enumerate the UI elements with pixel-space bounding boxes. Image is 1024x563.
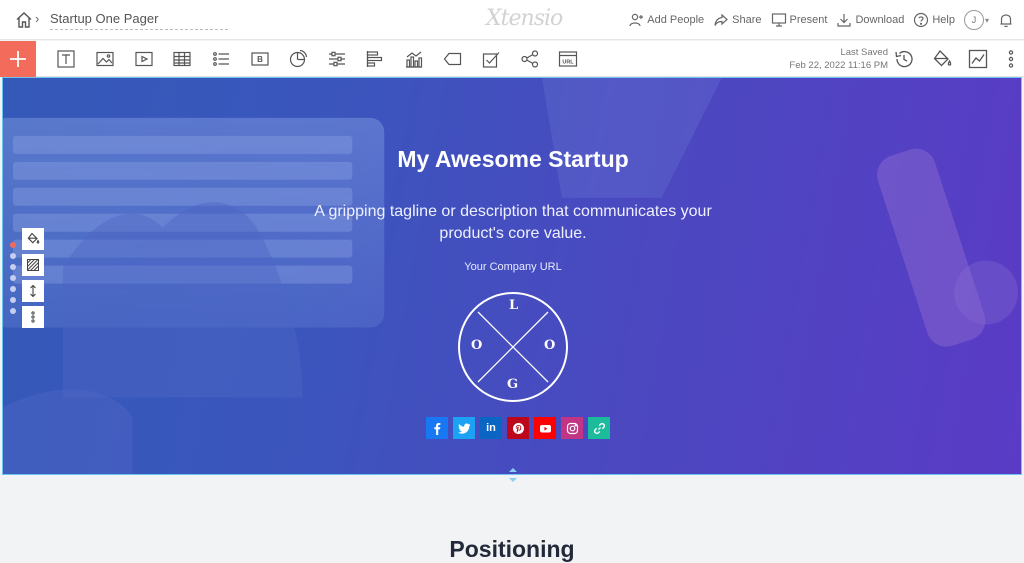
logo-letter-right: O: [544, 338, 556, 353]
list-tool-icon[interactable]: [211, 49, 231, 69]
share-label: Share: [732, 14, 762, 26]
svg-text:B: B: [257, 55, 263, 64]
section-dot[interactable]: [10, 253, 16, 259]
pie-chart-tool-icon[interactable]: [288, 49, 308, 69]
more-options-icon[interactable]: [1000, 48, 1022, 70]
social-links: in: [426, 417, 610, 439]
present-label: Present: [789, 14, 828, 26]
present-button[interactable]: Present: [771, 12, 828, 28]
hero-section[interactable]: My Awesome Startup A gripping tagline or…: [2, 77, 1022, 475]
add-block-button[interactable]: [0, 41, 36, 77]
hero-tagline[interactable]: A gripping tagline or description that c…: [313, 201, 713, 245]
download-icon: [837, 14, 852, 27]
help-button[interactable]: Help: [913, 12, 955, 28]
add-person-icon: [629, 13, 644, 27]
image-tool-icon[interactable]: [95, 49, 115, 69]
breadcrumb-chevron-icon: ›: [35, 11, 40, 26]
svg-text:URL: URL: [562, 60, 574, 66]
horizontal-bar-chart-tool-icon[interactable]: [365, 49, 385, 69]
help-icon: [914, 12, 929, 28]
top-actions: Add People Share Present Download Help J…: [628, 0, 1014, 40]
block-toolbar: B URL Last Saved Feb 22, 2022 11:16 PM: [0, 41, 1024, 77]
avatar: J: [963, 10, 984, 30]
positioning-section-title[interactable]: Positioning: [0, 536, 1024, 563]
pinterest-icon[interactable]: [507, 417, 529, 439]
facebook-icon[interactable]: [426, 417, 448, 439]
logo-letter-top: L: [509, 298, 519, 313]
section-more-options-icon[interactable]: [22, 306, 44, 328]
download-button[interactable]: Download: [836, 12, 904, 28]
monitor-icon: [771, 13, 786, 27]
video-tool-icon[interactable]: [134, 49, 154, 69]
help-label: Help: [932, 14, 955, 26]
twitter-icon[interactable]: [453, 417, 475, 439]
section-dot[interactable]: [10, 308, 16, 314]
section-dot[interactable]: [10, 275, 16, 281]
link-icon[interactable]: [588, 417, 610, 439]
section-dot[interactable]: [10, 286, 16, 292]
company-url-link[interactable]: Your Company URL: [3, 261, 1021, 273]
plus-icon: [10, 51, 26, 67]
add-people-button[interactable]: Add People: [628, 12, 704, 28]
company-logo[interactable]: L O O G: [456, 290, 570, 404]
section-dot[interactable]: [10, 242, 16, 248]
button-tool-icon[interactable]: B: [250, 49, 270, 69]
youtube-icon[interactable]: [534, 417, 556, 439]
history-icon[interactable]: [893, 48, 915, 70]
document-title-input[interactable]: Startup One Pager: [50, 11, 228, 30]
home-icon[interactable]: [14, 10, 34, 30]
analytics-icon[interactable]: [967, 48, 989, 70]
section-resize-height-icon[interactable]: [22, 280, 44, 302]
last-saved-status: Last Saved Feb 22, 2022 11:16 PM: [789, 46, 888, 72]
url-tool-icon[interactable]: URL: [558, 49, 578, 69]
column-chart-tool-icon[interactable]: [404, 49, 424, 69]
tag-tool-icon[interactable]: [443, 49, 463, 69]
download-label: Download: [855, 14, 905, 26]
share-icon: [714, 13, 729, 26]
sliders-tool-icon[interactable]: [327, 49, 347, 69]
section-resize-handle-icon[interactable]: [508, 466, 518, 484]
instagram-icon[interactable]: [561, 417, 583, 439]
section-dot[interactable]: [10, 297, 16, 303]
section-paint-bucket-icon[interactable]: [22, 228, 44, 250]
user-menu[interactable]: J ▾: [963, 10, 989, 30]
last-saved-label: Last Saved: [840, 47, 888, 58]
network-tool-icon[interactable]: [520, 49, 540, 69]
hero-title[interactable]: My Awesome Startup: [3, 146, 1021, 173]
add-people-label: Add People: [647, 14, 705, 26]
table-tool-icon[interactable]: [172, 49, 192, 69]
section-background-pattern-icon[interactable]: [22, 254, 44, 276]
paint-bucket-icon[interactable]: [931, 48, 953, 70]
hero-background-image: [3, 78, 1018, 474]
last-saved-time: Feb 22, 2022 11:16 PM: [789, 60, 888, 71]
share-button[interactable]: Share: [713, 12, 762, 28]
brand-logo: Xtensio: [486, 6, 563, 31]
section-tools: [22, 228, 44, 328]
section-navigation-dots: [10, 242, 16, 314]
checklist-tool-icon[interactable]: [481, 49, 501, 69]
section-dot[interactable]: [10, 264, 16, 270]
logo-letter-bottom: G: [507, 377, 519, 392]
top-bar: › Startup One Pager Xtensio Add People S…: [0, 0, 1024, 40]
chevron-down-icon: ▾: [984, 15, 989, 25]
bell-icon[interactable]: [998, 12, 1014, 28]
logo-letter-left: O: [471, 338, 483, 353]
linkedin-icon[interactable]: in: [480, 417, 502, 439]
text-tool-icon[interactable]: [56, 49, 76, 69]
